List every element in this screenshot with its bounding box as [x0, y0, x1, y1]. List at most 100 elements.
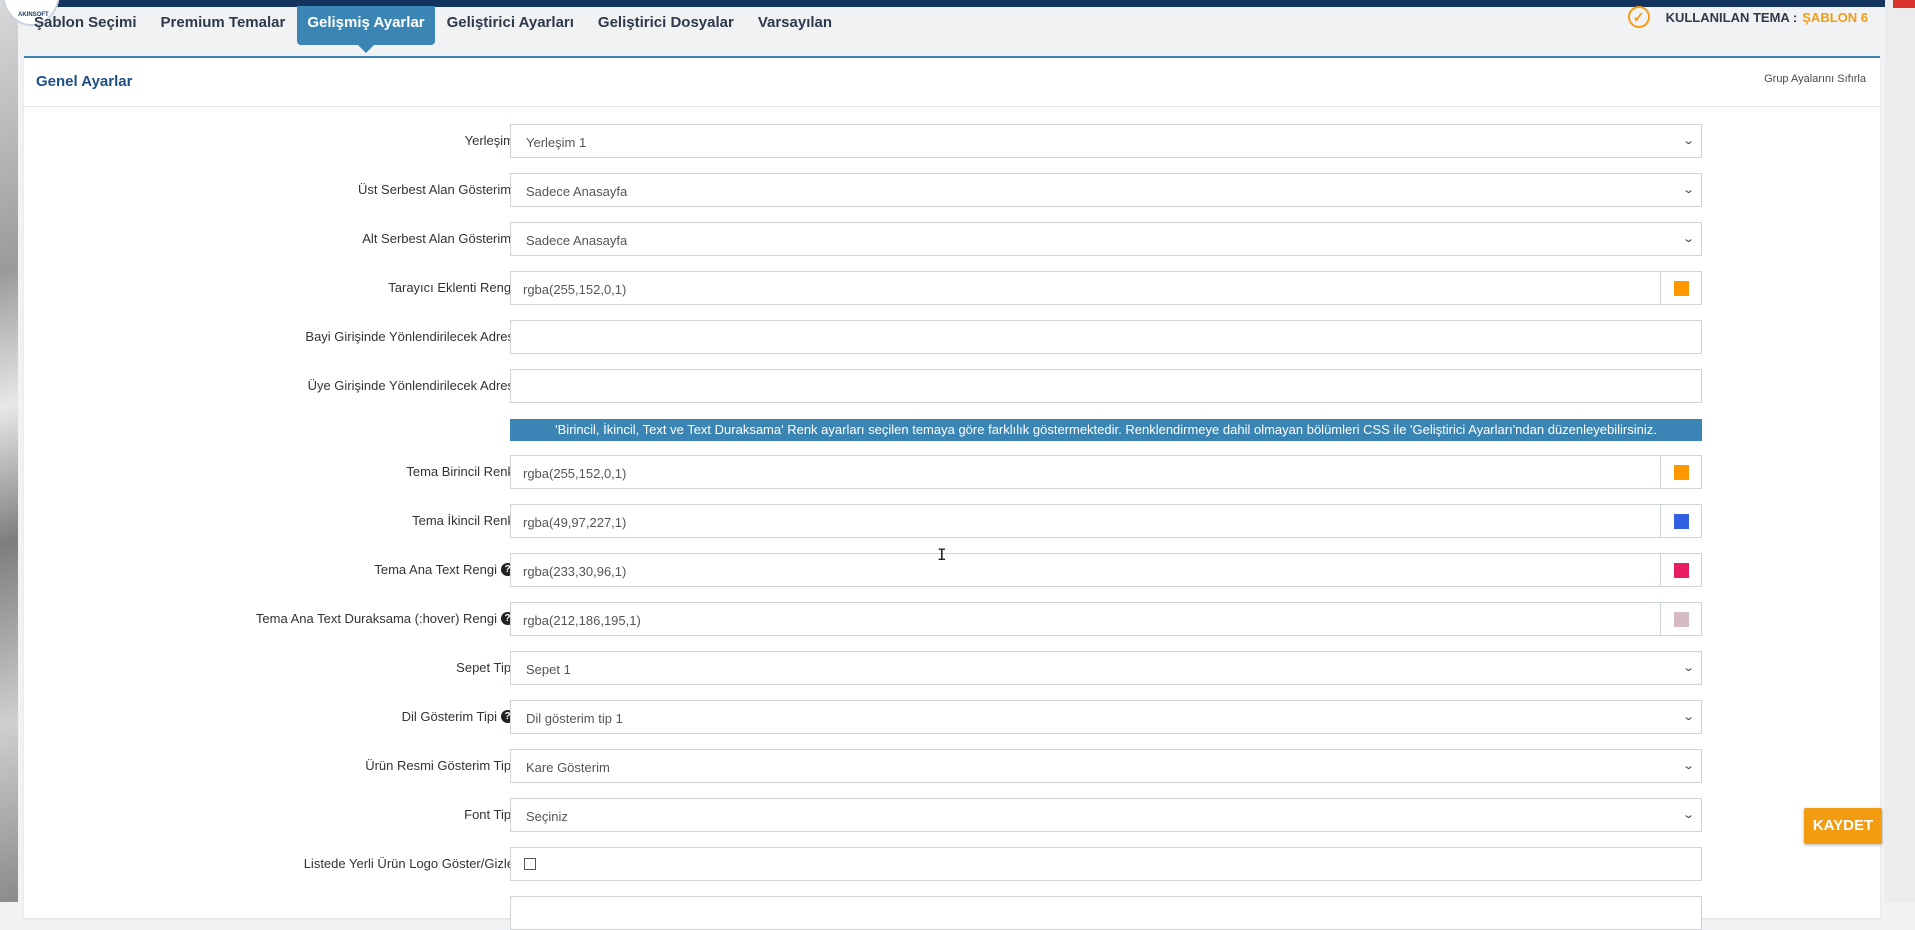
tab-advanced-settings[interactable]: Gelişmiş Ayarlar [297, 6, 435, 53]
chevron-down-icon: ⌄ [1681, 233, 1695, 245]
product-image-type-label: Ürün Resmi Gösterim Tipi [365, 758, 514, 773]
member-redirect-input[interactable] [510, 369, 1702, 403]
color-picker-button[interactable] [1660, 554, 1701, 586]
layout-select-value: Yerleşim 1 [526, 135, 587, 150]
browser-addon-color-label: Tarayıcı Eklenti Rengi [388, 280, 514, 295]
form-row-secondary-color: Tema İkincil Renk rgba(49,97,227,1) [24, 504, 1880, 538]
chevron-down-icon: ⌄ [1681, 760, 1695, 772]
language-type-label: Dil Gösterim Tipi ? [402, 709, 514, 724]
secondary-color-input[interactable]: rgba(49,97,227,1) [510, 504, 1702, 538]
basket-type-value: Sepet 1 [526, 662, 571, 677]
color-swatch [1674, 612, 1689, 627]
text-color-input[interactable]: rgba(233,30,96,1) [510, 553, 1702, 587]
color-picker-button[interactable] [1660, 272, 1701, 304]
tab-developer-settings[interactable]: Geliştirici Ayarları [435, 6, 586, 43]
tab-developer-files[interactable]: Geliştirici Dosyalar [586, 6, 746, 43]
form-row-browser-addon-color: Tarayıcı Eklenti Rengi rgba(255,152,0,1) [24, 271, 1880, 305]
font-type-label: Font Tipi [464, 807, 514, 822]
hover-color-input[interactable]: rgba(212,186,195,1) [510, 602, 1702, 636]
language-type-select[interactable]: Dil gösterim tip 1 ⌄ [510, 700, 1702, 734]
form-row-top-free-area: Üst Serbest Alan Gösterimi Sadece Anasay… [24, 173, 1880, 207]
text-cursor-icon: I [937, 545, 947, 564]
language-type-value: Dil gösterim tip 1 [526, 711, 623, 726]
top-nav-tabs: Şablon Seçimi Premium Temalar Gelişmiş A… [22, 6, 1875, 54]
form-row-text-color: Tema Ana Text Rengi ? rgba(233,30,96,1) [24, 553, 1880, 587]
color-picker-button[interactable] [1660, 603, 1701, 635]
color-settings-info-banner: 'Birincil, İkincil, Text ve Text Duraksa… [510, 419, 1702, 441]
form-row-product-image-type: Ürün Resmi Gösterim Tipi Kare Gösterim ⌄ [24, 749, 1880, 783]
browser-addon-color-input[interactable]: rgba(255,152,0,1) [510, 271, 1702, 305]
background-decoration [0, 0, 18, 902]
chevron-down-icon: ⌄ [1681, 809, 1695, 821]
member-redirect-label: Üye Girişinde Yönlendirilecek Adres [307, 378, 514, 393]
active-theme-indicator: ✓ KULLANILAN TEMA : ŞABLON 6 [1627, 6, 1868, 28]
top-free-area-value: Sadece Anasayfa [526, 184, 628, 199]
dealer-redirect-input[interactable] [510, 320, 1702, 354]
next-field[interactable] [510, 896, 1702, 930]
local-logo-field [510, 847, 1702, 881]
panel-header: Genel Ayarlar Grup Ayalarını Sıfırla [24, 58, 1880, 107]
form-row-primary-color: Tema Birincil Renk rgba(255,152,0,1) [24, 455, 1880, 489]
basket-type-select[interactable]: Sepet 1 ⌄ [510, 651, 1702, 685]
tab-defaults[interactable]: Varsayılan [746, 6, 844, 43]
check-circle-icon: ✓ [1627, 6, 1650, 28]
form-row-basket-type: Sepet Tipi Sepet 1 ⌄ [24, 651, 1880, 685]
layout-select[interactable]: Yerleşim 1 ⌄ [510, 124, 1702, 158]
hover-color-label: Tema Ana Text Duraksama (:hover) Rengi ? [256, 611, 514, 626]
dealer-redirect-label: Bayi Girişinde Yönlendirilecek Adres [305, 329, 514, 344]
chevron-down-icon: ⌄ [1681, 135, 1695, 147]
tab-template-selection[interactable]: Şablon Seçimi [22, 6, 149, 43]
tab-premium-themes[interactable]: Premium Temalar [149, 6, 298, 43]
form-row-font-type: Font Tipi Seçiniz ⌄ [24, 798, 1880, 832]
form-row-language-type: Dil Gösterim Tipi ? Dil gösterim tip 1 ⌄ [24, 700, 1880, 734]
color-picker-button[interactable] [1660, 456, 1701, 488]
hover-color-label-text: Tema Ana Text Duraksama (:hover) Rengi [255, 611, 497, 626]
form-row-dealer-redirect: Bayi Girişinde Yönlendirilecek Adres [24, 320, 1880, 354]
text-color-value: rgba(233,30,96,1) [523, 564, 627, 579]
bottom-free-area-label: Alt Serbest Alan Gösterimi [362, 231, 514, 246]
chevron-down-icon: ⌄ [1681, 184, 1695, 196]
browser-addon-color-value: rgba(255,152,0,1) [523, 282, 627, 297]
color-swatch [1674, 514, 1689, 529]
text-color-label-text: Tema Ana Text Rengi [374, 562, 497, 577]
primary-color-input[interactable]: rgba(255,152,0,1) [510, 455, 1702, 489]
color-picker-button[interactable] [1660, 505, 1701, 537]
hover-color-value: rgba(212,186,195,1) [523, 613, 641, 628]
color-swatch [1674, 465, 1689, 480]
bottom-free-area-select[interactable]: Sadece Anasayfa ⌄ [510, 222, 1702, 256]
secondary-color-label: Tema İkincil Renk [412, 513, 514, 528]
form-row-member-redirect: Üye Girişinde Yönlendirilecek Adres [24, 369, 1880, 403]
form-row-local-logo: Listede Yerli Ürün Logo Göster/Gizle [24, 847, 1880, 881]
general-settings-panel: Genel Ayarlar Grup Ayalarını Sıfırla Yer… [24, 56, 1880, 930]
top-free-area-label: Üst Serbest Alan Gösterimi [357, 182, 514, 197]
form-row-hover-color: Tema Ana Text Duraksama (:hover) Rengi ?… [24, 602, 1880, 636]
chevron-down-icon: ⌄ [1681, 711, 1695, 723]
local-logo-checkbox[interactable] [524, 858, 536, 870]
secondary-color-value: rgba(49,97,227,1) [523, 515, 627, 530]
active-theme-name: ŞABLON 6 [1802, 9, 1868, 25]
local-logo-label: Listede Yerli Ürün Logo Göster/Gizle [303, 856, 514, 871]
primary-color-label: Tema Birincil Renk [406, 464, 514, 479]
active-theme-label: KULLANILAN TEMA : [1665, 9, 1798, 25]
bottom-free-area-value: Sadece Anasayfa [526, 233, 628, 248]
language-type-label-text: Dil Gösterim Tipi [401, 709, 497, 724]
primary-color-value: rgba(255,152,0,1) [523, 466, 627, 481]
reset-group-settings-link[interactable]: Grup Ayalarını Sıfırla [1764, 73, 1866, 85]
product-image-type-value: Kare Gösterim [526, 760, 610, 775]
form-row-layout: Yerleşim Yerleşim 1 ⌄ [24, 124, 1880, 158]
product-image-type-select[interactable]: Kare Gösterim ⌄ [510, 749, 1702, 783]
save-button[interactable]: KAYDET [1804, 808, 1882, 844]
layout-label: Yerleşim [464, 133, 514, 148]
text-color-label: Tema Ana Text Rengi ? [374, 562, 514, 577]
form-row-bottom-free-area: Alt Serbest Alan Gösterimi Sadece Anasay… [24, 222, 1880, 256]
color-swatch [1674, 281, 1689, 296]
color-swatch [1674, 563, 1689, 578]
panel-title: Genel Ayarlar [36, 73, 133, 90]
right-edge-panel [1885, 0, 1915, 902]
font-type-select[interactable]: Seçiniz ⌄ [510, 798, 1702, 832]
right-edge-marker [1893, 0, 1915, 8]
top-free-area-select[interactable]: Sadece Anasayfa ⌄ [510, 173, 1702, 207]
basket-type-label: Sepet Tipi [456, 660, 514, 675]
font-type-value: Seçiniz [526, 809, 568, 824]
form-row-partial [24, 896, 1880, 930]
